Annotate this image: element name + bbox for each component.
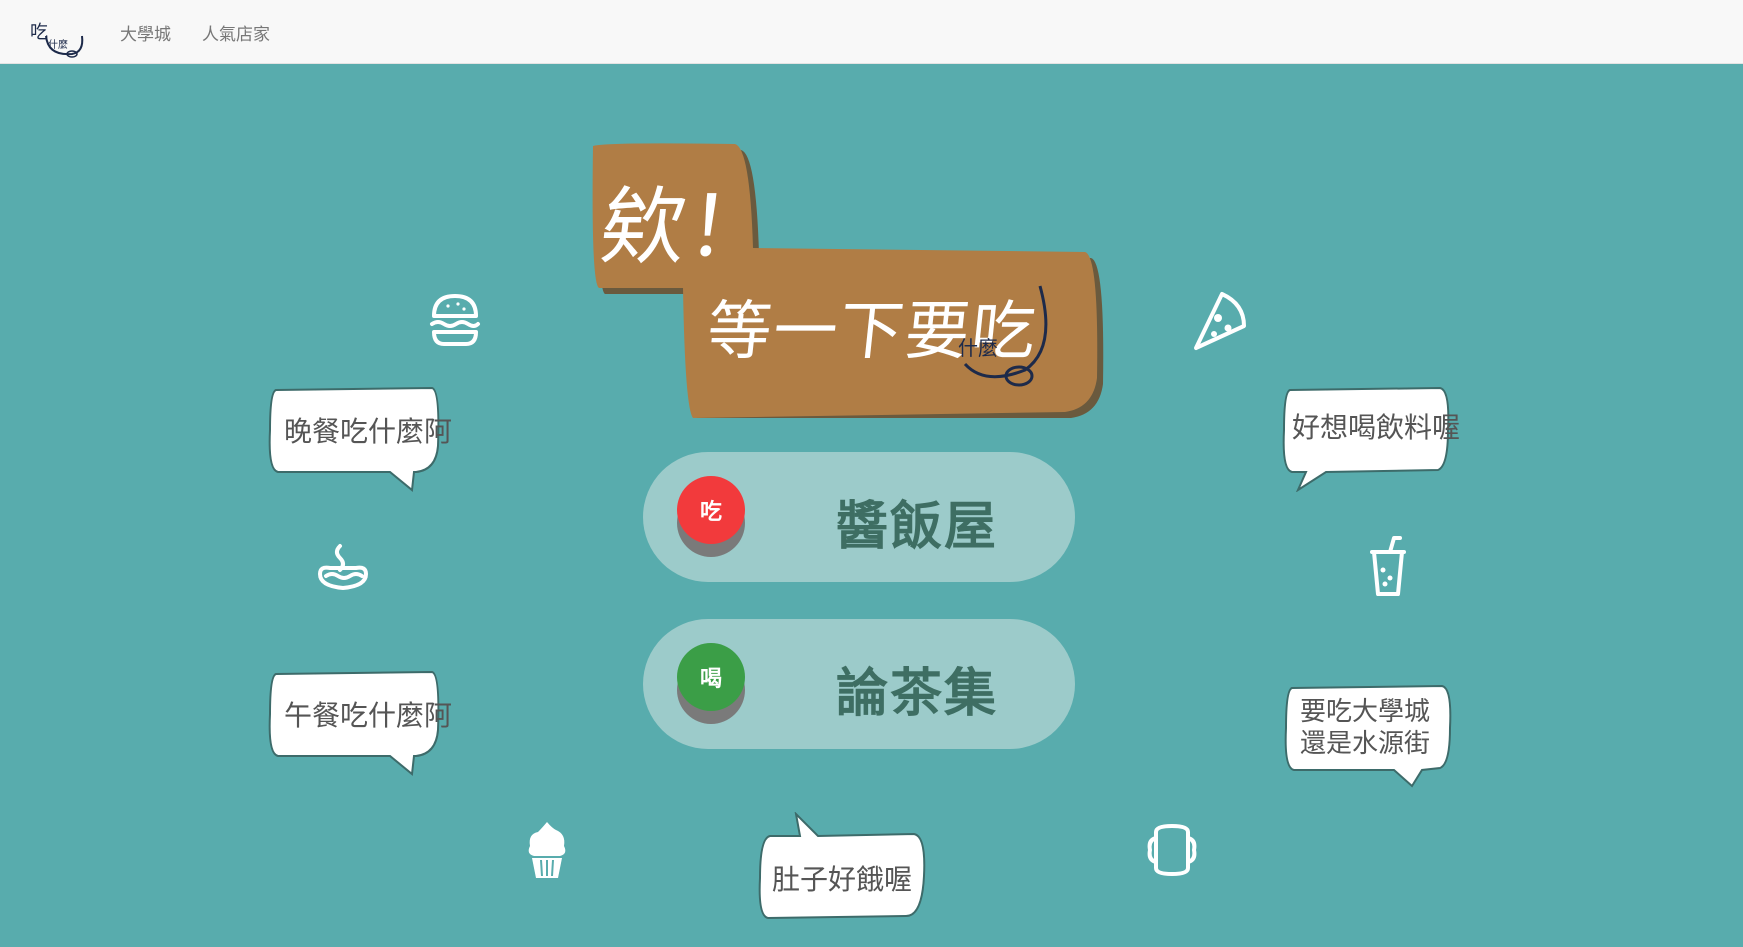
cupcake-icon [528, 822, 566, 878]
restaurant-label: 醬飯屋 [836, 496, 999, 557]
bubble-text-where-line1: 要吃大學城 [1299, 697, 1430, 727]
drink-shop-label: 論茶集 [836, 663, 999, 724]
bubble-text-where-line2: 還是水源街 [1299, 729, 1430, 759]
svg-text:吃: 吃 [30, 22, 48, 43]
bubble-text-drink: 好想喝飲料喔 [1292, 411, 1461, 444]
restaurant-button-jiang-fan-wu[interactable]: 吃 醬飯屋 [643, 452, 1075, 582]
navbar: 吃 什麼 大學城 人氣店家 [0, 0, 1743, 64]
site-logo[interactable]: 吃 什麼 [28, 14, 88, 58]
drink-badge: 喝 [677, 643, 745, 711]
hotdog-icon [317, 544, 369, 591]
nav-link-university-city[interactable]: 大學城 [120, 20, 171, 45]
hero-title-line1: 欸！ [596, 178, 779, 276]
nav-link-popular-stores[interactable]: 人氣店家 [202, 20, 270, 45]
drink-cup-icon [1370, 536, 1406, 596]
sandwich-icon [1147, 824, 1197, 876]
burger-icon [430, 294, 480, 346]
drink-shop-button-lun-cha-ji[interactable]: 喝 論茶集 [643, 619, 1075, 749]
hero-title-sub: 什麼 [958, 336, 998, 360]
eat-badge: 吃 [677, 476, 745, 544]
bubble-text-lunch: 午餐吃什麼阿 [284, 699, 453, 732]
bubble-text-dinner: 晚餐吃什麼阿 [284, 415, 453, 448]
pizza-icon [1194, 292, 1246, 350]
bubble-text-hungry: 肚子好餓喔 [772, 863, 913, 896]
